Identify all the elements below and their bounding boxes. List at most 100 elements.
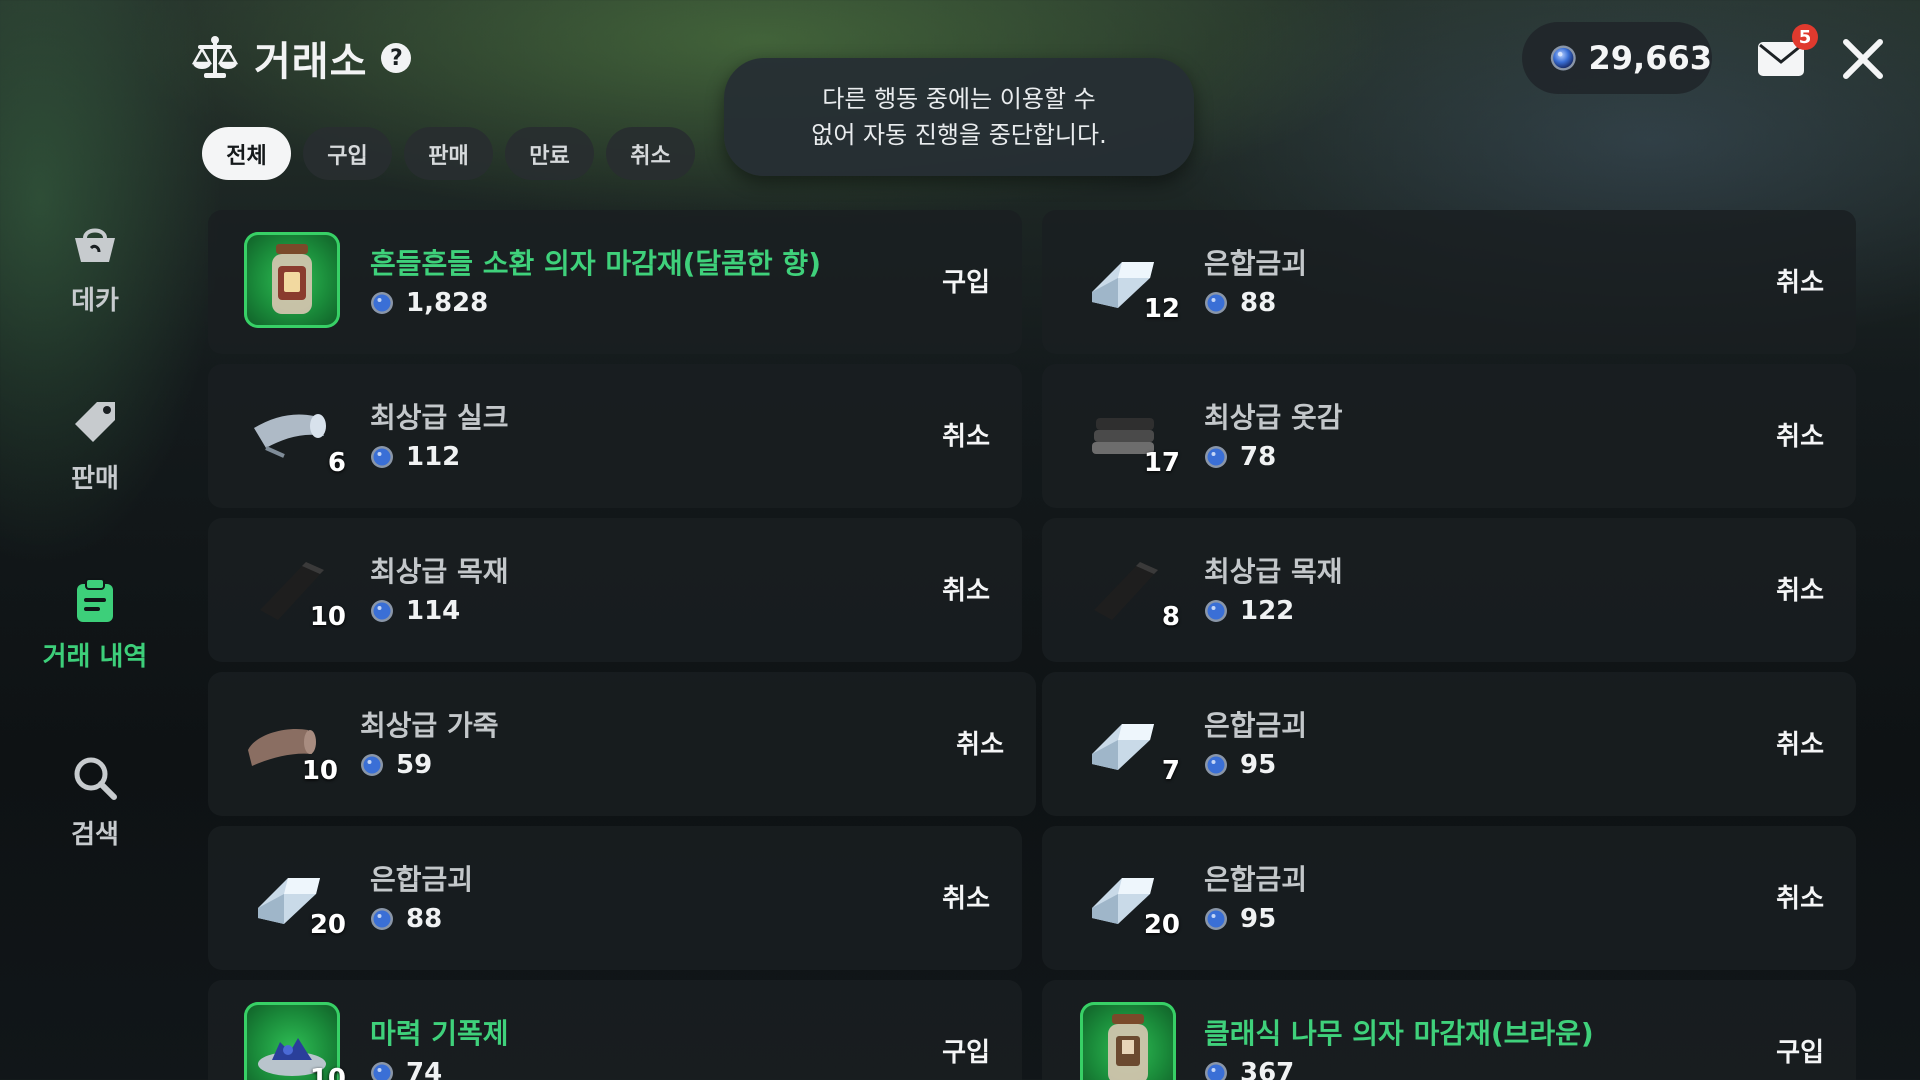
cancel-button[interactable]: 취소 bbox=[1776, 262, 1824, 299]
item-price: 367 bbox=[1204, 1058, 1294, 1080]
jar-chair-icon bbox=[1108, 1014, 1148, 1080]
item-name: 최상급 옷감 bbox=[1204, 401, 1343, 434]
blue-gem-coin-icon bbox=[371, 446, 393, 468]
jar-icon bbox=[272, 244, 312, 314]
buy-button[interactable]: 구입 bbox=[942, 1032, 990, 1069]
sidebar-item-deka[interactable]: 데카 bbox=[0, 220, 190, 340]
item-price-value: 112 bbox=[406, 442, 461, 472]
blue-gem-coin-icon bbox=[1205, 754, 1227, 776]
item-price-value: 74 bbox=[406, 1058, 443, 1080]
item-name: 최상급 목재 bbox=[370, 555, 509, 588]
sidebar-item-sell[interactable]: 판매 bbox=[0, 398, 190, 518]
filter-tabs: 전체 구입 판매 만료 취소 bbox=[202, 127, 695, 180]
tab-all[interactable]: 전체 bbox=[202, 127, 291, 180]
cancel-button[interactable]: 취소 bbox=[1776, 878, 1824, 915]
trade-row[interactable]: 6 최상급 실크 112 취소 bbox=[208, 364, 1022, 508]
tab-cancelled[interactable]: 취소 bbox=[606, 127, 695, 180]
blue-gem-coin-icon bbox=[1205, 600, 1227, 622]
item-quantity: 8 bbox=[1161, 602, 1180, 632]
scale-icon bbox=[191, 36, 239, 78]
cancel-button[interactable]: 취소 bbox=[956, 724, 1004, 761]
clipboard-icon bbox=[77, 578, 113, 622]
blue-gem-coin-icon bbox=[1205, 1062, 1227, 1080]
trade-row[interactable]: 10 마력 기폭제 74 구입 bbox=[208, 980, 1022, 1080]
item-price-value: 78 bbox=[1240, 442, 1277, 472]
blue-gem-coin-icon bbox=[1205, 446, 1227, 468]
item-quantity: 20 bbox=[309, 910, 346, 940]
blue-gem-coin-icon bbox=[1205, 908, 1227, 930]
blue-gem-coin-icon bbox=[371, 908, 393, 930]
buy-button[interactable]: 구입 bbox=[942, 262, 990, 299]
item-quantity: 6 bbox=[327, 448, 346, 478]
item-price: 1,828 bbox=[370, 288, 488, 318]
blue-gem-coin-icon bbox=[361, 754, 383, 776]
trade-row[interactable]: 클래식 나무 의자 마감재(브라운) 367 구입 bbox=[1042, 980, 1856, 1080]
buy-button[interactable]: 구입 bbox=[1776, 1032, 1824, 1069]
item-price: 122 bbox=[1204, 596, 1294, 626]
mail-button[interactable]: 5 bbox=[1756, 24, 1818, 84]
price-tag-icon bbox=[75, 402, 115, 442]
trade-row[interactable]: 20 은합금괴 95 취소 bbox=[1042, 826, 1856, 970]
item-price: 95 bbox=[1204, 750, 1276, 780]
mail-badge: 5 bbox=[1792, 24, 1818, 50]
item-price-value: 122 bbox=[1240, 596, 1295, 626]
sidebar-label-deka: 데카 bbox=[71, 286, 119, 316]
item-price-value: 367 bbox=[1240, 1058, 1295, 1080]
blue-gem-coin-icon bbox=[371, 1062, 393, 1080]
blue-gem-coin-icon bbox=[371, 292, 393, 314]
item-name: 은합금괴 bbox=[1204, 247, 1308, 280]
trade-row[interactable]: 흔들흔들 소환 의자 마감재(달콤한 향) 1,828 구입 bbox=[208, 210, 1022, 354]
trade-row[interactable]: 20 은합금괴 88 취소 bbox=[208, 826, 1022, 970]
item-price-value: 114 bbox=[406, 596, 461, 626]
trade-row[interactable]: 17 최상급 옷감 78 취소 bbox=[1042, 364, 1856, 508]
cancel-button[interactable]: 취소 bbox=[1776, 416, 1824, 453]
item-name: 은합금괴 bbox=[1204, 709, 1308, 742]
sidebar-item-search[interactable]: 검색 bbox=[0, 754, 190, 874]
item-quantity: 7 bbox=[1161, 756, 1180, 786]
sidebar-item-history[interactable]: 거래 내역 bbox=[0, 576, 190, 696]
cancel-button[interactable]: 취소 bbox=[942, 570, 990, 607]
tab-buy[interactable]: 구입 bbox=[303, 127, 392, 180]
sidebar-label-search: 검색 bbox=[71, 820, 119, 850]
item-name: 최상급 가죽 bbox=[360, 709, 499, 742]
trade-row[interactable]: 7 은합금괴 95 취소 bbox=[1042, 672, 1856, 816]
item-quantity: 17 bbox=[1143, 448, 1180, 478]
cancel-button[interactable]: 취소 bbox=[1776, 724, 1824, 761]
trade-row[interactable]: 10 최상급 가죽 59 취소 bbox=[208, 672, 1036, 816]
sidebar-label-history: 거래 내역 bbox=[42, 642, 148, 672]
tab-expired[interactable]: 만료 bbox=[505, 127, 594, 180]
sidebar-label-sell: 판매 bbox=[71, 464, 119, 494]
trade-row[interactable]: 8 최상급 목재 122 취소 bbox=[1042, 518, 1856, 662]
blue-gem-coin-icon bbox=[1205, 292, 1227, 314]
item-thumbnail bbox=[244, 232, 340, 328]
item-price: 95 bbox=[1204, 904, 1276, 934]
blue-gem-coin-icon bbox=[1550, 45, 1576, 71]
item-quantity: 20 bbox=[1143, 910, 1180, 940]
item-price: 88 bbox=[370, 904, 442, 934]
basket-icon bbox=[75, 228, 115, 262]
cancel-button[interactable]: 취소 bbox=[1776, 570, 1824, 607]
tab-sell[interactable]: 판매 bbox=[404, 127, 493, 180]
toast-line-2: 없어 자동 진행을 중단합니다. bbox=[811, 121, 1107, 149]
item-price: 74 bbox=[370, 1058, 442, 1080]
cancel-button[interactable]: 취소 bbox=[942, 416, 990, 453]
item-price-value: 59 bbox=[396, 750, 433, 780]
trade-row[interactable]: 12 은합금괴 88 취소 bbox=[1042, 210, 1856, 354]
trade-row[interactable]: 10 최상급 목재 114 취소 bbox=[208, 518, 1022, 662]
item-quantity: 10 bbox=[309, 1064, 346, 1080]
item-name: 마력 기폭제 bbox=[370, 1017, 509, 1050]
toast-message: 다른 행동 중에는 이용할 수 없어 자동 진행을 중단합니다. bbox=[724, 58, 1194, 176]
cancel-button[interactable]: 취소 bbox=[942, 878, 990, 915]
item-price: 88 bbox=[1204, 288, 1276, 318]
item-name: 흔들흔들 소환 의자 마감재(달콤한 향) bbox=[370, 247, 821, 280]
currency-balance: 29,663 bbox=[1522, 22, 1712, 94]
item-price-value: 88 bbox=[1240, 288, 1277, 318]
item-price: 78 bbox=[1204, 442, 1276, 472]
help-icon[interactable]: ? bbox=[381, 43, 412, 73]
item-name: 은합금괴 bbox=[370, 863, 474, 896]
item-price-value: 88 bbox=[406, 904, 443, 934]
toast-line-1: 다른 행동 중에는 이용할 수 bbox=[822, 85, 1096, 113]
item-price-value: 95 bbox=[1240, 750, 1277, 780]
search-icon bbox=[74, 757, 117, 800]
close-icon[interactable] bbox=[1840, 36, 1886, 82]
